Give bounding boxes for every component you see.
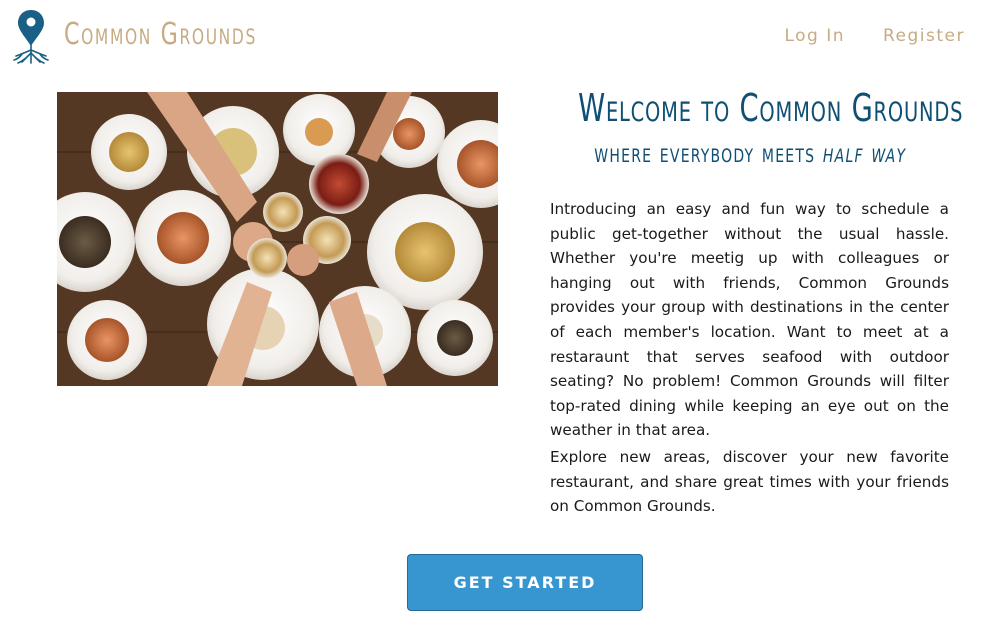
nav-links: Log In Register: [784, 26, 965, 46]
get-started-button[interactable]: GET STARTED: [407, 554, 643, 611]
map-pin-roots-icon: [13, 10, 49, 64]
hero-photo-dining-table: [57, 92, 498, 386]
subheading-prefix: where everybody meets: [593, 138, 816, 169]
explore-paragraph: Explore new areas, discover your new fav…: [550, 448, 949, 516]
welcome-heading-text: Welcome to Common Grounds: [578, 86, 964, 130]
welcome-heading: Welcome to Common Grounds: [530, 86, 970, 130]
intro-paragraph: Introducing an easy and fun way to sched…: [550, 200, 949, 440]
welcome-subheading-text: where everybody meets half way: [594, 138, 906, 169]
brand-home-link[interactable]: Common Grounds: [10, 8, 299, 64]
register-link[interactable]: Register: [883, 26, 965, 46]
welcome-subheading: where everybody meets half way: [530, 138, 970, 169]
brand-name: Common Grounds: [64, 16, 257, 52]
navbar: Common Grounds Log In Register: [0, 0, 1000, 72]
subheading-emphasis: half way: [822, 138, 907, 169]
login-link[interactable]: Log In: [784, 26, 845, 46]
